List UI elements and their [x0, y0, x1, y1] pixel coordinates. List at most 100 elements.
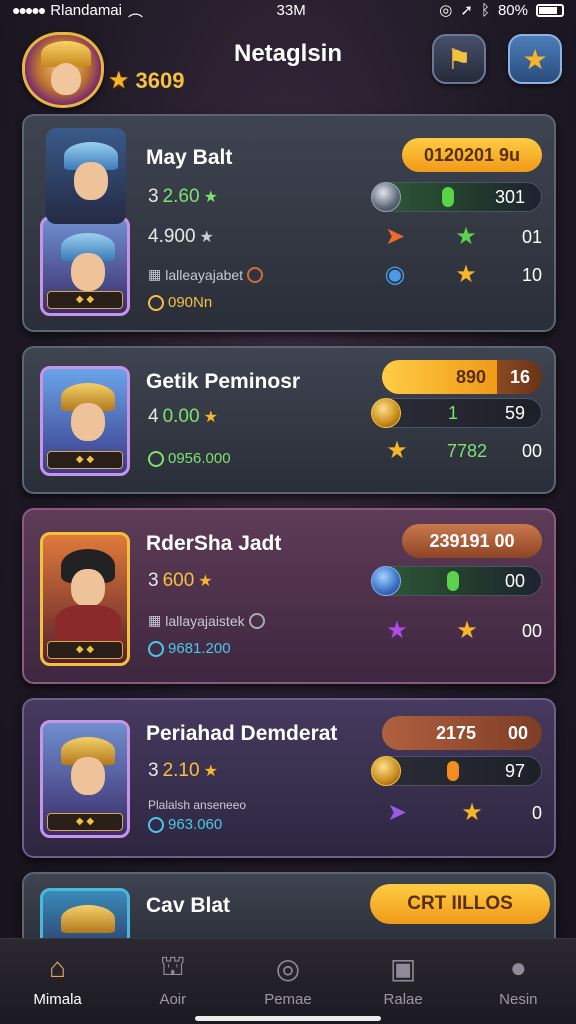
- signal-icon: ●●●●●: [12, 2, 46, 18]
- grid-icon: ▦: [148, 266, 162, 282]
- reward-pill[interactable]: 0120201 9u: [402, 138, 542, 172]
- hero-face: [71, 569, 105, 607]
- coin-icon: [148, 450, 164, 467]
- coin-counter: ★ 3609: [108, 68, 184, 94]
- row-value: 0: [531, 802, 542, 823]
- reward-pill[interactable]: 239191 00: [402, 524, 542, 558]
- carrier-label: Rlandamai: [50, 1, 122, 19]
- progress-bar: 97: [371, 756, 542, 786]
- hero-name: Getik Peminosr: [146, 370, 301, 393]
- coin-value: 9681.200: [168, 640, 231, 657]
- tab-target[interactable]: ◎ Pemae: [238, 951, 338, 1009]
- coin-value: 963.060: [168, 816, 223, 833]
- level-number: 3: [148, 760, 159, 781]
- hero-card-1[interactable]: ◆ ◆ May Balt 3 2.60 ★ 4.900 ★ ▦ lalleaya…: [22, 114, 556, 332]
- progress-bar: 00: [371, 566, 542, 596]
- tab-home[interactable]: ⌂ Mimala: [8, 951, 108, 1008]
- hero-plate: ◆ ◆: [47, 813, 123, 831]
- favorites-button[interactable]: ★: [508, 34, 562, 84]
- quest-button[interactable]: ⚑: [432, 34, 486, 84]
- hero-name: Periahad Demderat: [146, 722, 338, 745]
- wifi-icon: ︵: [128, 2, 144, 20]
- hero-portrait: ◆ ◆: [40, 366, 130, 476]
- star-icon: ★: [461, 799, 483, 826]
- row-value: 10: [521, 264, 542, 285]
- hero-power: 4.900 ★: [148, 226, 214, 248]
- header: ★ 3609 Netaglsin ⚑ ★: [0, 26, 576, 116]
- hero-extra: Plalalsh anseneeo: [148, 798, 246, 812]
- hero-face: [71, 253, 105, 291]
- reward-pill[interactable]: 890 16: [382, 360, 542, 394]
- hero-level: 4 0.00 ★: [148, 406, 218, 428]
- tab-shop[interactable]: ⛫ Aoir: [123, 950, 223, 1008]
- status-left: ●●●●● Rlandamai ︵: [12, 0, 143, 21]
- arrow-icon: ➤: [386, 799, 408, 826]
- hero-level: 3 2.10 ★: [148, 760, 218, 782]
- star-icon: ★: [199, 229, 214, 246]
- progress-bar: 1 59: [371, 398, 542, 428]
- user-icon: ●: [509, 952, 527, 983]
- hero-coins: 9681.200: [148, 640, 231, 657]
- hero-extra: ▦ lallayajaistek: [148, 612, 265, 629]
- bar-value: 97: [504, 760, 525, 781]
- hero-card-2[interactable]: ◆ ◆ Getik Peminosr 4 0.00 ★ 0956.000 890…: [22, 346, 556, 494]
- coin-value: 0956.000: [168, 450, 231, 467]
- star-icon: ★: [455, 261, 477, 288]
- shop-icon: ⛫: [159, 950, 186, 981]
- pill-left: 2175: [436, 722, 477, 743]
- hero-level: 3 2.60 ★: [148, 186, 218, 208]
- bar-value: 00: [504, 570, 525, 591]
- level-value: 2.10: [162, 760, 200, 781]
- progress-bar: 301: [371, 182, 542, 212]
- bar-value: 301: [494, 186, 525, 207]
- page-title: Netaglsin: [233, 40, 343, 67]
- reward-row-1: ➤ ★ 01: [380, 222, 542, 252]
- status-time: 33M: [276, 1, 306, 19]
- hero-name: Cav Blat: [146, 894, 231, 917]
- hero-plate: ◆ ◆: [47, 641, 123, 659]
- coin-icon: [148, 816, 164, 833]
- bluetooth-icon: ᛒ: [480, 1, 490, 19]
- reward-row-2: ◉ ★ 10: [380, 260, 542, 290]
- hero-card-3[interactable]: ◆ ◆ RderSha Jadt 3 600 ★ ▦ lallayajaiste…: [22, 508, 556, 684]
- coin-value: 090Nn: [168, 294, 213, 311]
- hero-face: [74, 162, 108, 200]
- battery-icon: [535, 3, 564, 17]
- reward-pill[interactable]: CRT IILLOS: [370, 884, 550, 924]
- hero-extra: ▦ lalleayajabet: [148, 266, 264, 283]
- row-value: 00: [521, 620, 542, 641]
- pill-left: 890: [455, 366, 486, 387]
- star-icon: ★: [203, 763, 218, 780]
- status-bar: ●●●●● Rlandamai ︵ 33M ◎ ➚ ᛒ 80%: [0, 0, 576, 20]
- badge-icon: [248, 612, 265, 629]
- tab-label: Mimala: [33, 991, 82, 1008]
- gem-icon: [441, 187, 454, 207]
- status-right: ◎ ➚ ᛒ 80%: [439, 1, 564, 19]
- star-icon: ★: [203, 409, 218, 426]
- star-icon: ★: [198, 573, 213, 590]
- star-icon: ★: [108, 67, 130, 94]
- star-icon: ★: [455, 223, 477, 250]
- star-icon: ★: [456, 617, 478, 644]
- location-icon: ➚: [460, 2, 473, 19]
- orb-icon: [371, 182, 401, 212]
- star-icon: ★: [386, 437, 408, 464]
- level-value: 600: [162, 570, 195, 591]
- pill-right: 16: [509, 366, 530, 387]
- target-icon: ◎: [275, 952, 301, 984]
- alarm-icon: ◎: [439, 2, 453, 19]
- grid-icon: ▦: [148, 612, 162, 628]
- tab-camera[interactable]: ▣ Ralae: [353, 951, 453, 1009]
- row-mid: 7782: [446, 440, 487, 461]
- hero-level: 3 600 ★: [148, 570, 213, 592]
- hero-card-4[interactable]: ◆ ◆ Periahad Demderat 3 2.10 ★ Plalalsh …: [22, 698, 556, 858]
- reward-row-1: ➤ ★ 0: [382, 798, 542, 828]
- level-number: 4: [148, 406, 159, 427]
- key-icon: [371, 398, 401, 428]
- row-value: 01: [521, 226, 542, 247]
- tab-profile[interactable]: ● Nesin: [468, 951, 568, 1008]
- hero-face: [71, 757, 105, 795]
- power-value: 4.900: [148, 226, 196, 247]
- bar-mid: 1: [447, 402, 458, 423]
- reward-pill[interactable]: 2175 00: [382, 716, 542, 750]
